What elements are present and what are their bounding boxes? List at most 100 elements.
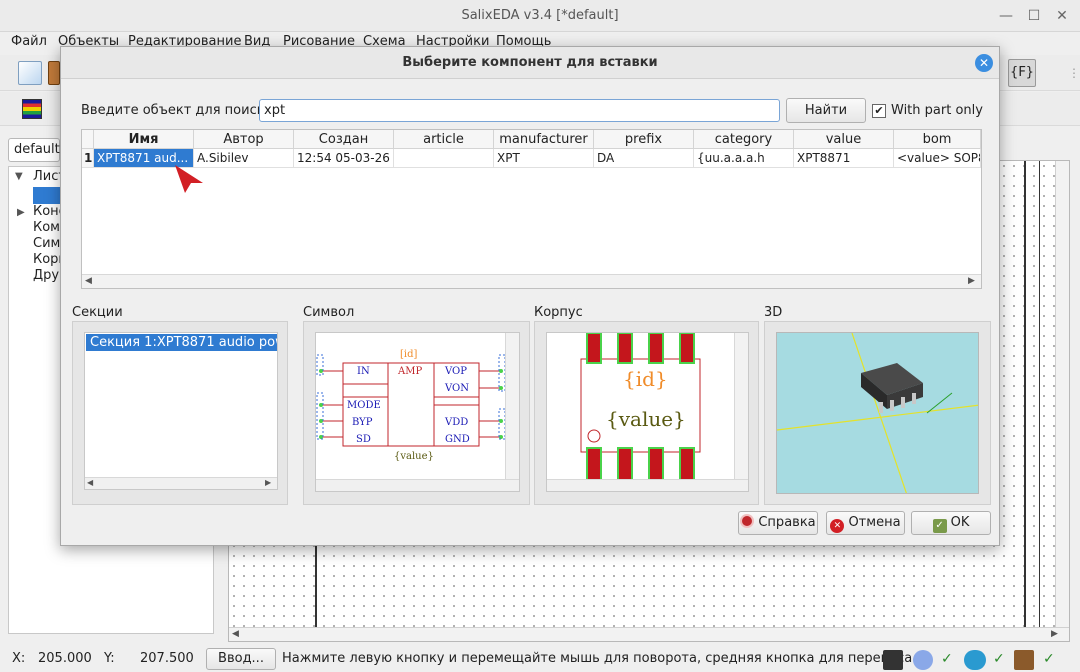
- dialog-title: Выберите компонент для вставки: [402, 55, 658, 70]
- section-item[interactable]: Секция 1:XPT8871 audio powe: [86, 334, 277, 351]
- pin-byp: BYP: [352, 417, 373, 428]
- pin-gnd: GND: [445, 434, 470, 445]
- with-part-only-label: With part only: [891, 103, 983, 118]
- package-preview[interactable]: {id} {value}: [546, 332, 749, 492]
- symbol-preview[interactable]: [id] AMP IN MODE BYP SD VOP VON VDD GND …: [315, 332, 520, 492]
- scroll-left-icon[interactable]: ◀: [232, 629, 239, 639]
- cancel-label: Отмена: [848, 515, 901, 530]
- column-header-manufacturer[interactable]: manufacturer: [494, 130, 594, 149]
- column-header-author[interactable]: Автор: [194, 130, 294, 149]
- scroll-right-icon[interactable]: ▶: [1051, 629, 1058, 639]
- scroll-right-icon[interactable]: ▶: [265, 478, 271, 487]
- sections-hscroll[interactable]: ◀ ▶: [85, 477, 277, 489]
- status-message: Нажмите левую кнопку и перемещайте мышь …: [282, 651, 913, 666]
- table-cell-category[interactable]: {uu.a.a.a.h: [694, 149, 794, 168]
- tree-item-components[interactable]: Ком: [33, 220, 60, 235]
- maximize-button[interactable]: ☐: [1022, 4, 1046, 28]
- table-cell-created[interactable]: 12:54 05-03-26: [294, 149, 394, 168]
- globe-icon[interactable]: [913, 650, 933, 670]
- table-cell-bom[interactable]: <value> SOP8: [894, 149, 981, 168]
- tree-item-symbols[interactable]: Сим: [33, 236, 60, 251]
- model3d-pane: [764, 321, 991, 505]
- pin-vdd: VDD: [445, 417, 469, 428]
- table-cell-manufacturer[interactable]: XPT: [494, 149, 594, 168]
- layers-icon[interactable]: [22, 99, 42, 119]
- column-header-created[interactable]: Создан: [294, 130, 394, 149]
- symbol-id-label: [id]: [400, 349, 418, 360]
- column-header-name[interactable]: Имя: [94, 130, 194, 149]
- check-icon-2: ✓: [993, 651, 1005, 667]
- table-hscroll[interactable]: ◀ ▶: [82, 274, 981, 288]
- help-button[interactable]: Справка: [738, 511, 818, 535]
- menu-file[interactable]: Файл: [11, 32, 47, 52]
- model3d-title: 3D: [764, 305, 783, 320]
- pin-vop: VOP: [445, 366, 467, 377]
- minimize-button[interactable]: —: [994, 4, 1018, 28]
- pin-von: VON: [445, 383, 469, 394]
- dialog-close-icon[interactable]: ✕: [975, 54, 993, 72]
- pin-mode: MODE: [347, 400, 381, 411]
- column-header-value[interactable]: value: [794, 130, 894, 149]
- expand-arrow-icon[interactable]: ▼: [15, 171, 23, 182]
- table-cell-value[interactable]: XPT8871: [794, 149, 894, 168]
- library-combo[interactable]: default: [8, 138, 60, 162]
- canvas-vscroll[interactable]: [1055, 161, 1069, 627]
- scroll-left-icon[interactable]: ◀: [85, 276, 92, 286]
- column-header-prefix[interactable]: prefix: [594, 130, 694, 149]
- insert-component-dialog: Выберите компонент для вставки ✕ Введите…: [60, 46, 1000, 546]
- input-button[interactable]: Ввод...: [206, 648, 276, 670]
- search-input[interactable]: [259, 99, 780, 122]
- collapse-arrow-icon[interactable]: ▶: [17, 207, 25, 218]
- sections-list[interactable]: Секция 1:XPT8871 audio powe ◀ ▶: [84, 332, 278, 490]
- check-icon: ✓: [941, 651, 953, 667]
- symbol-title: Символ: [303, 305, 355, 320]
- check-icon-3: ✓: [1043, 651, 1055, 667]
- symbol-value-label: {value}: [394, 451, 434, 462]
- canvas-hscroll[interactable]: ◀ ▶: [229, 627, 1069, 641]
- results-table[interactable]: Имя Автор Создан article manufacturer pr…: [81, 129, 982, 289]
- open-folder-icon[interactable]: [48, 61, 60, 85]
- pin-sd: SD: [356, 434, 371, 445]
- cancel-button[interactable]: ✕ Отмена: [826, 511, 905, 535]
- table-cell-prefix[interactable]: DA: [594, 149, 694, 168]
- title-bar: SalixEDA v3.4 [*default] — ☐ ✕: [0, 0, 1080, 32]
- book-icon[interactable]: [1014, 650, 1034, 670]
- table-cell-article[interactable]: [394, 149, 494, 168]
- film-icon[interactable]: [883, 650, 903, 670]
- ok-button[interactable]: ✓ OK: [911, 511, 991, 535]
- search-label: Введите объект для поиска:: [81, 103, 277, 118]
- help-icon: [740, 514, 755, 528]
- y-value: 207.500: [140, 651, 194, 666]
- close-window-button[interactable]: ✕: [1050, 4, 1074, 28]
- cancel-icon: ✕: [830, 519, 845, 533]
- new-file-icon[interactable]: [18, 61, 42, 85]
- scroll-right-icon[interactable]: ▶: [968, 276, 975, 286]
- dialog-header: Выберите компонент для вставки ✕: [61, 47, 999, 79]
- column-header-article[interactable]: article: [394, 130, 494, 149]
- model3d-view[interactable]: [776, 332, 979, 494]
- symbol-pane: [id] AMP IN MODE BYP SD VOP VON VDD GND …: [303, 321, 530, 505]
- column-header-category[interactable]: category: [694, 130, 794, 149]
- tree-item-other[interactable]: Дру: [33, 268, 59, 283]
- table-cell-author[interactable]: A.Sibilev: [194, 149, 294, 168]
- column-header-bom[interactable]: bom: [894, 130, 981, 149]
- table-corner: [82, 130, 94, 149]
- scroll-left-icon[interactable]: ◀: [87, 478, 93, 487]
- model3d-drawing: [777, 333, 978, 493]
- sheet-frame-right-outer: [1039, 161, 1040, 627]
- cloud-icon[interactable]: [964, 650, 986, 670]
- find-button[interactable]: Найти: [786, 98, 866, 123]
- with-part-only-checkbox[interactable]: ✔: [872, 104, 886, 118]
- toolbar-separator: ⋮: [1068, 66, 1080, 80]
- symbol-hscroll[interactable]: [316, 479, 519, 491]
- row-number[interactable]: 1: [82, 149, 94, 168]
- package-hscroll[interactable]: [547, 479, 748, 491]
- package-title: Корпус: [534, 305, 583, 320]
- ok-label: OK: [950, 515, 970, 530]
- package-drawing: [580, 333, 701, 479]
- window-title: SalixEDA v3.4 [*default]: [461, 8, 619, 23]
- symbol-amp-label: AMP: [398, 366, 423, 377]
- package-vscroll[interactable]: [734, 333, 748, 479]
- function-icon[interactable]: {F}: [1008, 59, 1036, 87]
- symbol-vscroll[interactable]: [505, 333, 519, 479]
